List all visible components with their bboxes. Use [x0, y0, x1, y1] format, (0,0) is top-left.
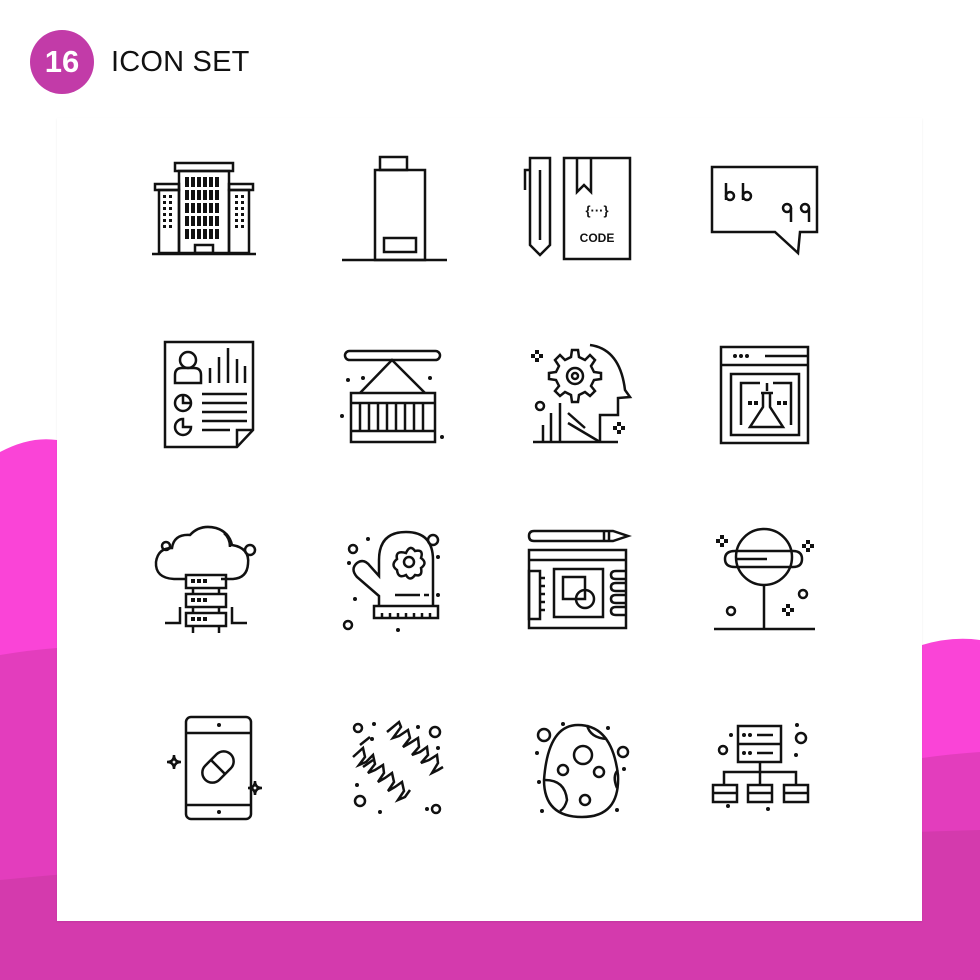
header: 16 ICON SET: [30, 30, 250, 94]
dna-helix-icon[interactable]: [335, 705, 455, 825]
page-title: ICON SET: [111, 45, 250, 78]
design-tablet-icon[interactable]: [520, 520, 640, 640]
mind-gear-head-icon[interactable]: [520, 335, 640, 455]
code-label: CODE: [580, 231, 615, 245]
code-braces-glyph: {···}: [585, 203, 608, 218]
count-badge: 16: [30, 30, 94, 94]
lollipop-icon[interactable]: [705, 520, 825, 640]
resume-report-icon[interactable]: [150, 335, 270, 455]
cloud-server-icon[interactable]: [150, 520, 270, 640]
server-network-icon[interactable]: [705, 705, 825, 825]
easter-egg-icon[interactable]: [520, 705, 640, 825]
bottom-strip: [0, 921, 980, 980]
code-book-icon[interactable]: {···} CODE: [520, 150, 640, 270]
oven-mitt-icon[interactable]: [335, 520, 455, 640]
low-battery-icon[interactable]: [335, 150, 455, 270]
count-text: 16: [44, 44, 80, 79]
office-building-icon[interactable]: [150, 150, 270, 270]
cargo-container-icon[interactable]: [335, 335, 455, 455]
quote-bubble-icon[interactable]: [705, 150, 825, 270]
web-lab-flask-icon[interactable]: [705, 335, 825, 455]
mobile-pill-icon[interactable]: [150, 705, 270, 825]
